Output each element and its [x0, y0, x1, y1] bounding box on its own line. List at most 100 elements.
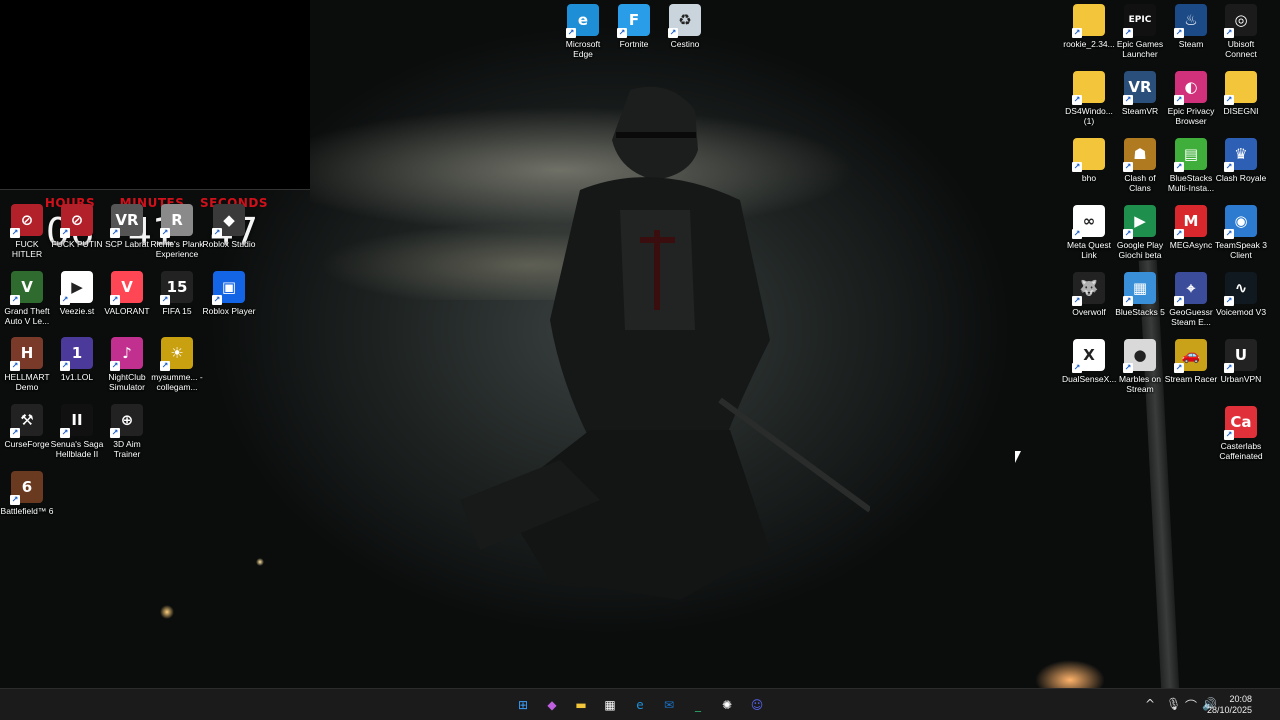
clock-area[interactable]: 20:08 28/10/2025: [1207, 694, 1252, 716]
desktop-shortcut[interactable]: 15 ↗ FIFA 15: [150, 267, 204, 333]
desktop-shortcut[interactable]: ↗ bho: [1062, 134, 1116, 200]
desktop-shortcut-label: BlueStacks Multi-Insta...: [1167, 173, 1215, 193]
desktop-shortcut[interactable]: H ↗ HELLMART Demo: [0, 333, 54, 399]
desktop-shortcut[interactable]: ◉ ↗ TeamSpeak 3 Client: [1214, 201, 1268, 267]
desktop-shortcut[interactable]: ♻ ↗ Cestino: [658, 0, 712, 66]
desktop-shortcut-label: FUCK PUTIN: [51, 239, 103, 249]
shortcut-arrow-icon: ↗: [1174, 363, 1184, 373]
desktop-shortcut[interactable]: VR ↗ SCP Labrat: [100, 200, 154, 266]
folder-icon: ↗: [1072, 138, 1105, 172]
1v1lol-icon: 1 ↗: [60, 337, 93, 371]
shortcut-arrow-icon: ↗: [10, 495, 20, 505]
my-summer-car-icon: ☀ ↗: [160, 337, 193, 371]
copilot-icon[interactable]: ◆: [541, 694, 563, 716]
desktop-shortcut[interactable]: V ↗ VALORANT: [100, 267, 154, 333]
desktop-shortcut[interactable]: ↗ DS4Windo... (1): [1062, 67, 1116, 133]
desktop-shortcut[interactable]: ☗ ↗ Clash of Clans: [1113, 134, 1167, 200]
shortcut-arrow-icon: ↗: [1072, 28, 1082, 38]
desktop-shortcut[interactable]: 1 ↗ 1v1.LOL: [50, 333, 104, 399]
desktop-shortcut-label: 1v1.LOL: [60, 372, 94, 382]
microsoft-store-icon[interactable]: ▦: [599, 694, 621, 716]
scp-labrat-icon: VR ↗: [110, 204, 143, 238]
desktop-shortcut[interactable]: ♪ ↗ NightClub Simulator: [100, 333, 154, 399]
desktop-shortcut-label: Roblox Player: [202, 306, 256, 316]
desktop-shortcut[interactable]: ⊘ ↗ FUCK HITLER: [0, 200, 54, 266]
shortcut-arrow-icon: ↗: [1224, 162, 1234, 172]
desktop-shortcut-label: SteamVR: [1121, 106, 1159, 116]
desktop-shortcut[interactable]: ▦ ↗ BlueStacks 5: [1113, 268, 1167, 334]
stream-racer-icon: 🚗 ↗: [1174, 339, 1207, 373]
tray-chevron-icon[interactable]: ^: [1145, 697, 1155, 711]
desktop-shortcut[interactable]: ⚒ ↗ CurseForge: [0, 400, 54, 466]
desktop-shortcut[interactable]: ▤ ↗ BlueStacks Multi-Insta...: [1164, 134, 1218, 200]
shortcut-arrow-icon: ↗: [1224, 28, 1234, 38]
microphone-icon[interactable]: 🎙: [1166, 697, 1181, 711]
desktop-shortcut-label: Microsoft Edge: [565, 39, 601, 59]
desktop-shortcut[interactable]: ↗ rookie_2.34...: [1062, 0, 1116, 66]
terminal-icon[interactable]: _: [687, 694, 709, 716]
desktop-shortcut[interactable]: II ↗ Senua's Saga Hellblade II: [50, 400, 104, 466]
curseforge-icon: ⚒ ↗: [10, 404, 43, 438]
desktop-shortcut[interactable]: V ↗ Grand Theft Auto V Le...: [0, 267, 54, 333]
desktop-shortcut[interactable]: ◎ ↗ Ubisoft Connect: [1214, 0, 1268, 66]
desktop-shortcut[interactable]: ↗ DISEGNI: [1214, 67, 1268, 133]
desktop-shortcut[interactable]: EPIC ↗ Epic Games Launcher: [1113, 0, 1167, 66]
desktop-shortcut[interactable]: ☀ ↗ mysumme... - collegam...: [150, 333, 204, 399]
desktop-shortcut[interactable]: M ↗ MEGAsync: [1164, 201, 1218, 267]
desktop-shortcut-label: Clash Royale: [1215, 173, 1267, 183]
desktop-shortcut[interactable]: X ↗ DualSenseX...: [1062, 335, 1116, 401]
desktop-shortcut[interactable]: Ca ↗ Casterlabs Caffeinated: [1214, 402, 1268, 468]
desktop-shortcut[interactable]: ◆ ↗ Roblox Studio: [202, 200, 256, 266]
marbles-icon: ● ↗: [1123, 339, 1156, 373]
shortcut-arrow-icon: ↗: [60, 428, 70, 438]
desktop-shortcut[interactable]: ▶ ↗ Google Play Giochi beta: [1113, 201, 1167, 267]
desktop-shortcut[interactable]: ▶ ↗ Veezie.st: [50, 267, 104, 333]
desktop-shortcut-label: Grand Theft Auto V Le...: [4, 306, 50, 326]
desktop-shortcut[interactable]: R ↗ Richie's Plank Experience: [150, 200, 204, 266]
shortcut-arrow-icon: ↗: [60, 295, 70, 305]
desktop-shortcut[interactable]: ⌖ ↗ GeoGuessr Steam E...: [1164, 268, 1218, 334]
desktop-shortcut[interactable]: ♨ ↗ Steam: [1164, 0, 1218, 66]
shortcut-arrow-icon: ↗: [1174, 229, 1184, 239]
desktop-shortcut[interactable]: ♛ ↗ Clash Royale: [1214, 134, 1268, 200]
desktop-shortcut-label: Marbles on Stream: [1118, 374, 1162, 394]
chatgpt-icon[interactable]: ✺: [716, 694, 738, 716]
desktop-shortcut[interactable]: VR ↗ SteamVR: [1113, 67, 1167, 133]
outlook-icon[interactable]: ✉: [658, 694, 680, 716]
desktop-shortcut-label: rookie_2.34...: [1063, 39, 1115, 49]
desktop-shortcut-label: FUCK HITLER: [11, 239, 43, 259]
roblox-player-icon: ▣ ↗: [212, 271, 245, 305]
fifa-icon: 15 ↗: [160, 271, 193, 305]
shortcut-arrow-icon: ↗: [60, 228, 70, 238]
desktop-shortcut[interactable]: ● ↗ Marbles on Stream: [1113, 335, 1167, 401]
desktop-shortcut[interactable]: ⊕ ↗ 3D Aim Trainer: [100, 400, 154, 466]
file-explorer-icon[interactable]: ▬: [570, 694, 592, 716]
clash-royale-icon: ♛ ↗: [1224, 138, 1257, 172]
desktop-shortcut[interactable]: 🚗 ↗ Stream Racer: [1164, 335, 1218, 401]
desktop-shortcut[interactable]: U ↗ UrbanVPN: [1214, 335, 1268, 401]
clash-of-clans-icon: ☗ ↗: [1123, 138, 1156, 172]
desktop-shortcut[interactable]: ◐ ↗ Epic Privacy Browser: [1164, 67, 1218, 133]
desktop-shortcut[interactable]: ∞ ↗ Meta Quest Link: [1062, 201, 1116, 267]
desktop-shortcut[interactable]: ⊘ ↗ FUCK PUTIN: [50, 200, 104, 266]
nightclub-icon: ♪ ↗: [110, 337, 143, 371]
desktop-shortcut-label: GeoGuessr Steam E...: [1169, 307, 1213, 327]
desktop-shortcut-label: Roblox Studio: [202, 239, 256, 249]
network-icon[interactable]: ⌒: [1185, 697, 1197, 714]
discord-icon[interactable]: ☺: [746, 694, 768, 716]
desktop-shortcut[interactable]: F ↗ Fortnite: [607, 0, 661, 66]
mouse-cursor: [1015, 451, 1021, 463]
desktop-shortcut[interactable]: e ↗ Microsoft Edge: [556, 0, 610, 66]
desktop-shortcut[interactable]: ∿ ↗ Voicemod V3: [1214, 268, 1268, 334]
shortcut-arrow-icon: ↗: [10, 295, 20, 305]
desktop-shortcut-label: MEGAsync: [1169, 240, 1213, 250]
desktop-shortcut[interactable]: ▣ ↗ Roblox Player: [202, 267, 256, 333]
bluestacks-icon: ▦ ↗: [1123, 272, 1156, 306]
start-button[interactable]: ⊞: [512, 694, 534, 716]
casterlabs-icon: Ca ↗: [1224, 406, 1257, 440]
edge-taskbar-icon[interactable]: e: [629, 694, 651, 716]
desktop-shortcut[interactable]: 6 ↗ Battlefield™ 6: [0, 467, 54, 533]
desktop-shortcut-label: NightClub Simulator: [108, 372, 146, 392]
desktop-shortcut[interactable]: 🐺 ↗ Overwolf: [1062, 268, 1116, 334]
ubisoft-icon: ◎ ↗: [1224, 4, 1257, 38]
